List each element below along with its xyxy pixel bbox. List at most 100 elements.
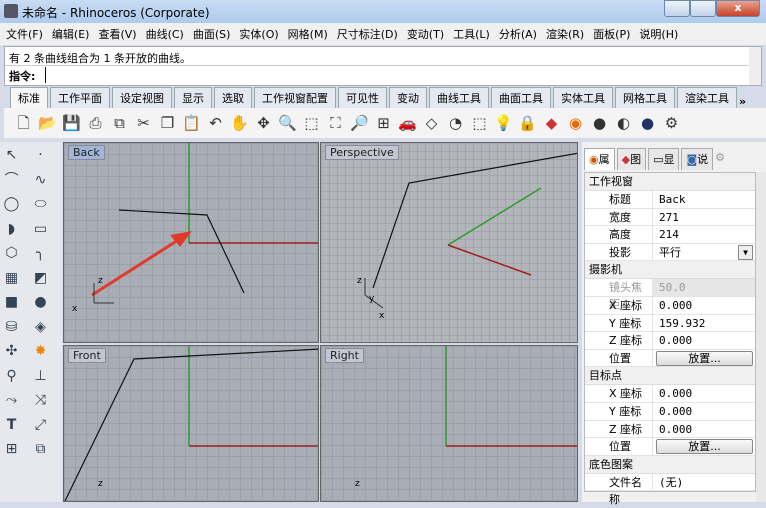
menu-edit[interactable]: 编辑(E) <box>52 26 90 42</box>
tab-standard[interactable]: 标准 <box>10 87 48 108</box>
extrude-surface-icon[interactable]: ◩ <box>31 269 50 288</box>
viewport-perspective[interactable]: zyx Perspective <box>320 142 578 343</box>
tabs-more-button[interactable]: » <box>739 95 746 108</box>
render-icon[interactable]: ● <box>638 114 657 133</box>
analyze-icon[interactable]: ⚲ <box>2 367 21 386</box>
split-icon[interactable]: ⊥ <box>31 367 50 386</box>
join-icon[interactable]: ⤨ <box>31 391 50 410</box>
zoom-window-icon[interactable]: ⬚ <box>302 114 321 133</box>
viewport-label-front[interactable]: Front <box>68 348 106 363</box>
target-place-button[interactable]: 放置... <box>656 439 753 455</box>
paste-icon[interactable]: 📋 <box>182 114 201 133</box>
zoom-icon[interactable]: 🔍 <box>278 114 297 133</box>
tab-select[interactable]: 选取 <box>214 87 252 108</box>
boolean-icon[interactable]: ● <box>31 293 50 312</box>
four-view-icon[interactable]: ⊞ <box>374 114 393 133</box>
osnap-icon[interactable]: ◔ <box>446 114 465 133</box>
tab-properties[interactable]: ◉属 <box>584 148 615 170</box>
camera-x-field[interactable]: 0.000 <box>653 297 755 314</box>
tab-render-tools[interactable]: 渲染工具 <box>677 87 737 108</box>
print-icon[interactable]: ⎙ <box>86 114 105 133</box>
menu-file[interactable]: 文件(F) <box>6 26 43 42</box>
tab-display[interactable]: ▭显 <box>648 148 680 170</box>
camera-y-field[interactable]: 159.932 <box>653 315 755 332</box>
cylinder-icon[interactable]: ⛁ <box>2 318 21 337</box>
arc-icon[interactable]: ◗ <box>2 220 21 239</box>
height-field[interactable]: 214 <box>653 226 755 243</box>
menu-mesh[interactable]: 网格(M) <box>288 26 328 42</box>
pan-hand-icon[interactable]: ✋ <box>230 114 249 133</box>
camera-z-field[interactable]: 0.000 <box>653 332 755 349</box>
tab-visibility[interactable]: 可见性 <box>338 87 387 108</box>
trim-icon[interactable]: ⤳ <box>2 391 21 410</box>
menu-analyze[interactable]: 分析(A) <box>499 26 537 42</box>
viewport-right[interactable]: z Right <box>320 345 578 502</box>
scale-icon[interactable]: ⤢ <box>31 416 50 435</box>
tab-cplanes[interactable]: 工作平面 <box>50 87 110 108</box>
menu-surface[interactable]: 曲面(S) <box>193 26 231 42</box>
title-field[interactable]: Back <box>653 191 755 208</box>
viewport-label-right[interactable]: Right <box>325 348 364 363</box>
tab-viewport-layout[interactable]: 工作视窗配置 <box>254 87 336 108</box>
menu-help[interactable]: 说明(H) <box>639 26 678 42</box>
rotate-view-icon[interactable]: ✥ <box>254 114 273 133</box>
zoom-extents-icon[interactable]: ⛶ <box>326 114 345 133</box>
panel-scrollbar[interactable] <box>756 172 766 502</box>
car-icon[interactable]: 🚗 <box>398 114 417 133</box>
zoom-selected-icon[interactable]: 🔎 <box>350 114 369 133</box>
light-bulb-icon[interactable]: 💡 <box>494 114 513 133</box>
layer-icon[interactable]: ◆ <box>542 114 561 133</box>
camera-place-button[interactable]: 放置... <box>656 350 753 366</box>
point-icon[interactable]: · <box>31 146 50 165</box>
tab-display[interactable]: 显示 <box>174 87 212 108</box>
material-sphere-icon[interactable]: ● <box>590 114 609 133</box>
command-scrollbar[interactable] <box>749 47 761 85</box>
select-icon[interactable]: ⬚ <box>470 114 489 133</box>
tab-layers[interactable]: ◆图 <box>616 148 647 170</box>
group-icon[interactable]: ⧉ <box>31 440 50 459</box>
menu-dimension[interactable]: 尺寸标注(D) <box>337 26 398 42</box>
open-folder-icon[interactable]: 📂 <box>38 114 57 133</box>
curve-icon[interactable]: ∿ <box>31 171 50 190</box>
tab-transform[interactable]: 变动 <box>389 87 427 108</box>
viewport-front[interactable]: z Front <box>63 345 319 502</box>
target-x-field[interactable]: 0.000 <box>653 385 755 402</box>
menu-panels[interactable]: 面板(P) <box>593 26 630 42</box>
explode-icon[interactable]: ✸ <box>31 342 50 361</box>
tab-surface-tools[interactable]: 曲面工具 <box>491 87 551 108</box>
surface-icon[interactable]: ▦ <box>2 269 21 288</box>
render-sphere-icon[interactable]: ◐ <box>614 114 633 133</box>
width-field[interactable]: 271 <box>653 209 755 226</box>
undo-icon[interactable]: ↶ <box>206 114 225 133</box>
menu-render[interactable]: 渲染(R) <box>546 26 584 42</box>
viewport-back[interactable]: zx Back <box>63 142 319 343</box>
color-wheel-icon[interactable]: ◉ <box>566 114 585 133</box>
box-icon[interactable]: ■ <box>2 293 21 312</box>
menu-view[interactable]: 查看(V) <box>98 26 136 42</box>
wallpaper-filename-field[interactable]: (无) <box>653 474 755 491</box>
tab-mesh-tools[interactable]: 网格工具 <box>615 87 675 108</box>
polyline-icon[interactable]: ⌒ <box>2 171 21 190</box>
chevron-down-icon[interactable]: ▼ <box>738 244 753 260</box>
viewport-label-back[interactable]: Back <box>68 145 105 160</box>
dimension-icon[interactable]: ⊞ <box>2 440 21 459</box>
projection-select[interactable]: 平行 ▼ <box>653 244 755 261</box>
tab-set-view[interactable]: 设定视图 <box>112 87 172 108</box>
select-arrow-icon[interactable]: ↖ <box>2 146 21 165</box>
cplane-icon[interactable]: ◇ <box>422 114 441 133</box>
command-input[interactable] <box>45 67 745 83</box>
export-icon[interactable]: ⧉ <box>110 114 129 133</box>
transform-icon[interactable]: ✣ <box>2 342 21 361</box>
menu-solid[interactable]: 实体(O) <box>239 26 278 42</box>
rectangle-icon[interactable]: ▭ <box>31 220 50 239</box>
copy-icon[interactable]: ❐ <box>158 114 177 133</box>
polygon-icon[interactable]: ⬡ <box>2 244 21 263</box>
tab-solid-tools[interactable]: 实体工具 <box>553 87 613 108</box>
tab-curve-tools[interactable]: 曲线工具 <box>429 87 489 108</box>
menu-transform[interactable]: 变动(T) <box>407 26 444 42</box>
target-y-field[interactable]: 0.000 <box>653 403 755 420</box>
minimize-button[interactable] <box>664 0 690 17</box>
target-z-field[interactable]: 0.000 <box>653 421 755 438</box>
menu-tools[interactable]: 工具(L) <box>453 26 490 42</box>
circle-icon[interactable]: ◯ <box>2 195 21 214</box>
